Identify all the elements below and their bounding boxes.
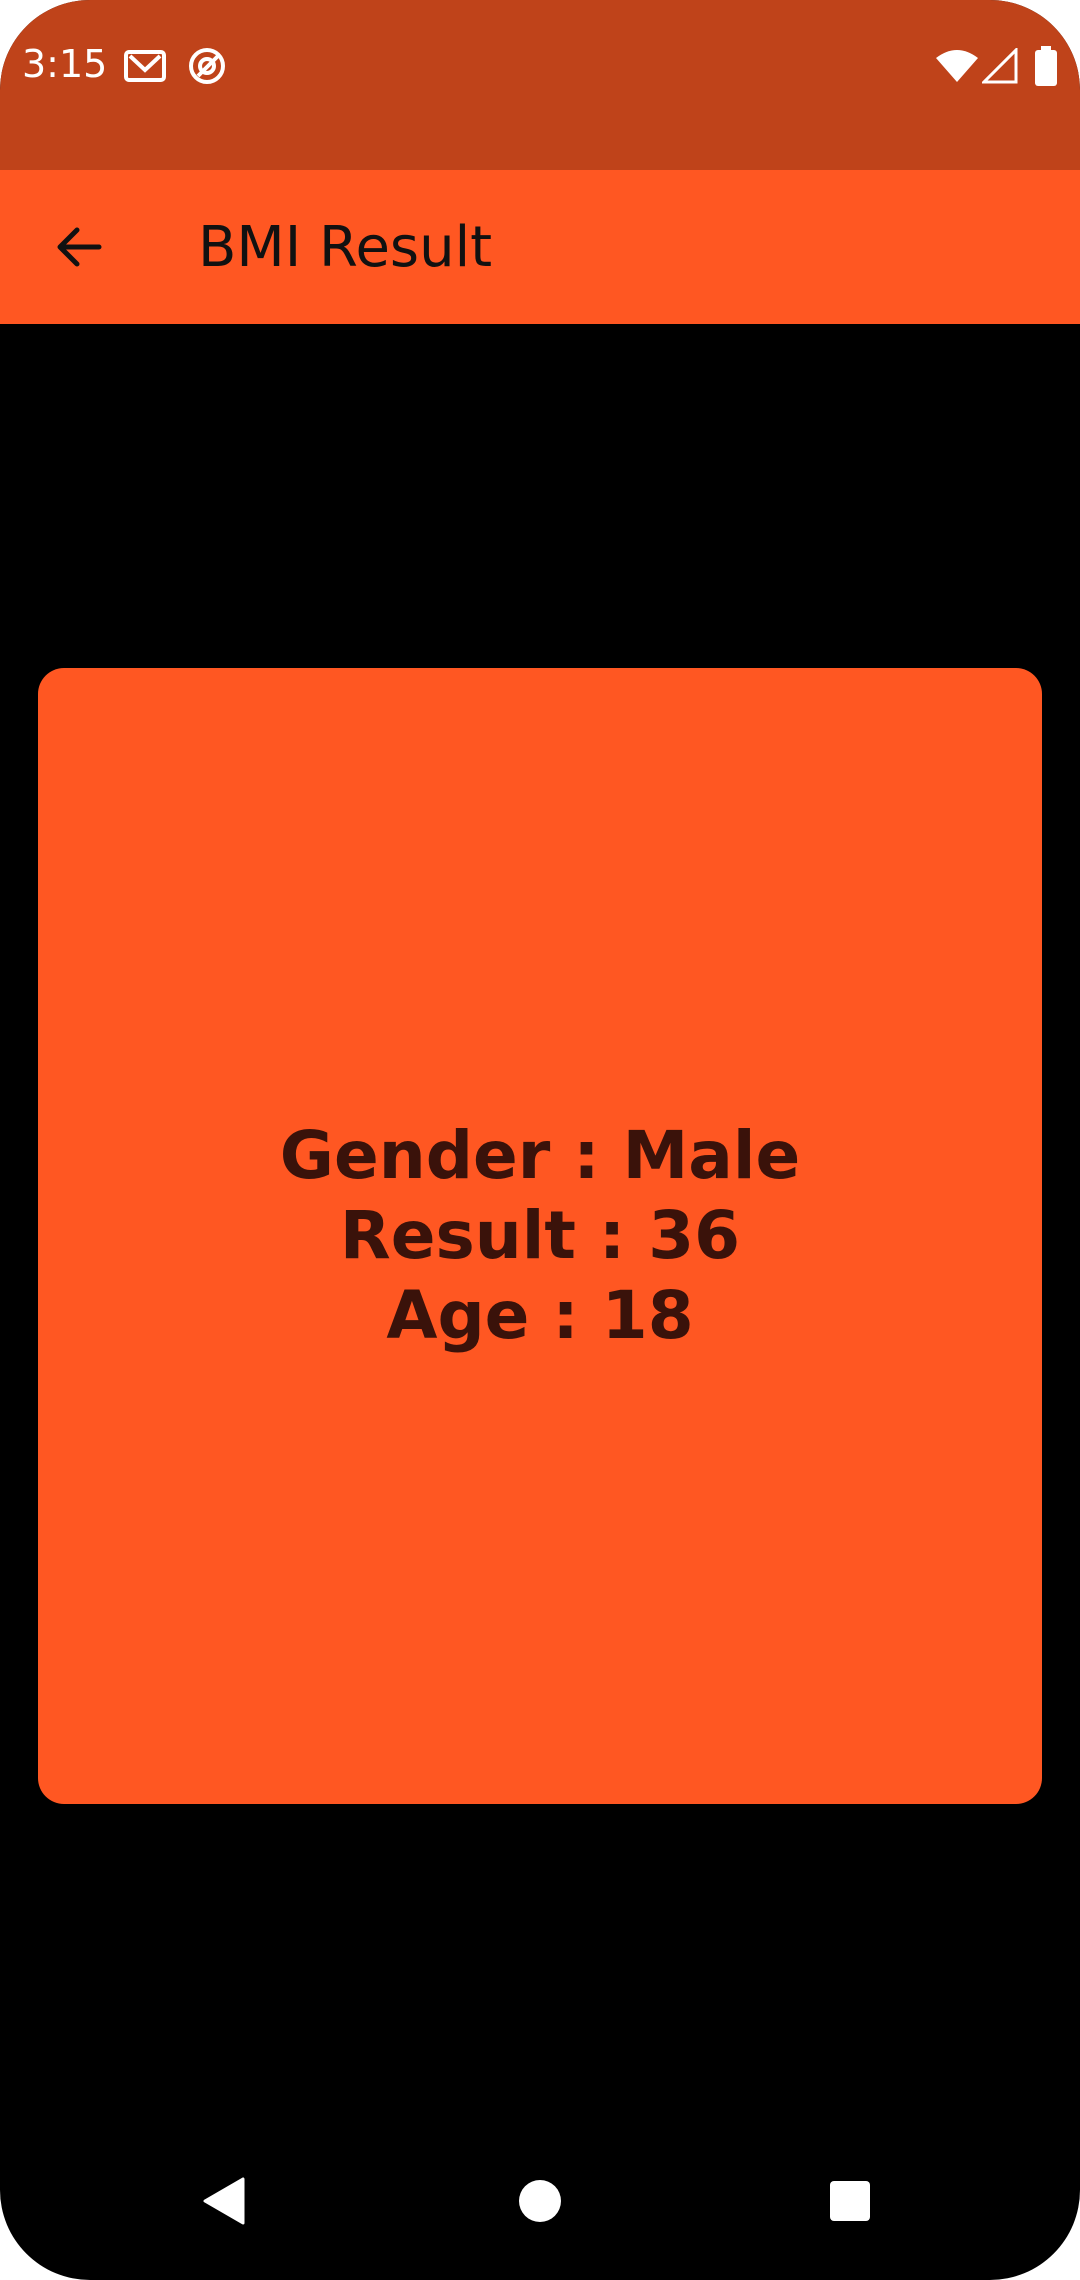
page-title: BMI Result [198, 215, 493, 280]
gender-text: Gender : Male [279, 1117, 801, 1194]
result-text: Result : 36 [339, 1197, 741, 1274]
age-text: Age : 18 [386, 1277, 694, 1354]
status-bar: 3:15 [0, 0, 1080, 170]
battery-icon [1034, 46, 1058, 91]
nav-back-button[interactable] [190, 2166, 260, 2236]
nav-home-button[interactable] [505, 2166, 575, 2236]
recents-square-icon [830, 2181, 870, 2221]
wifi-icon [934, 48, 980, 89]
at-sign-icon [186, 46, 228, 91]
back-button[interactable] [40, 208, 118, 286]
home-circle-icon [519, 2180, 561, 2222]
result-card: Gender : Male Result : 36 Age : 18 [38, 668, 1042, 1804]
phone-screen: 3:15 BMI Result Gender: Male Result: 3… [0, 0, 1080, 2280]
arrow-back-icon [57, 227, 102, 267]
nav-recents-button[interactable] [815, 2166, 885, 2236]
back-triangle-icon [203, 2177, 245, 2225]
app-bar: BMI Result [0, 170, 1080, 324]
status-time: 3:15 [22, 42, 108, 86]
cell-signal-icon [980, 46, 1018, 89]
system-nav-bar [0, 2130, 1080, 2280]
gmail-icon [124, 46, 168, 89]
